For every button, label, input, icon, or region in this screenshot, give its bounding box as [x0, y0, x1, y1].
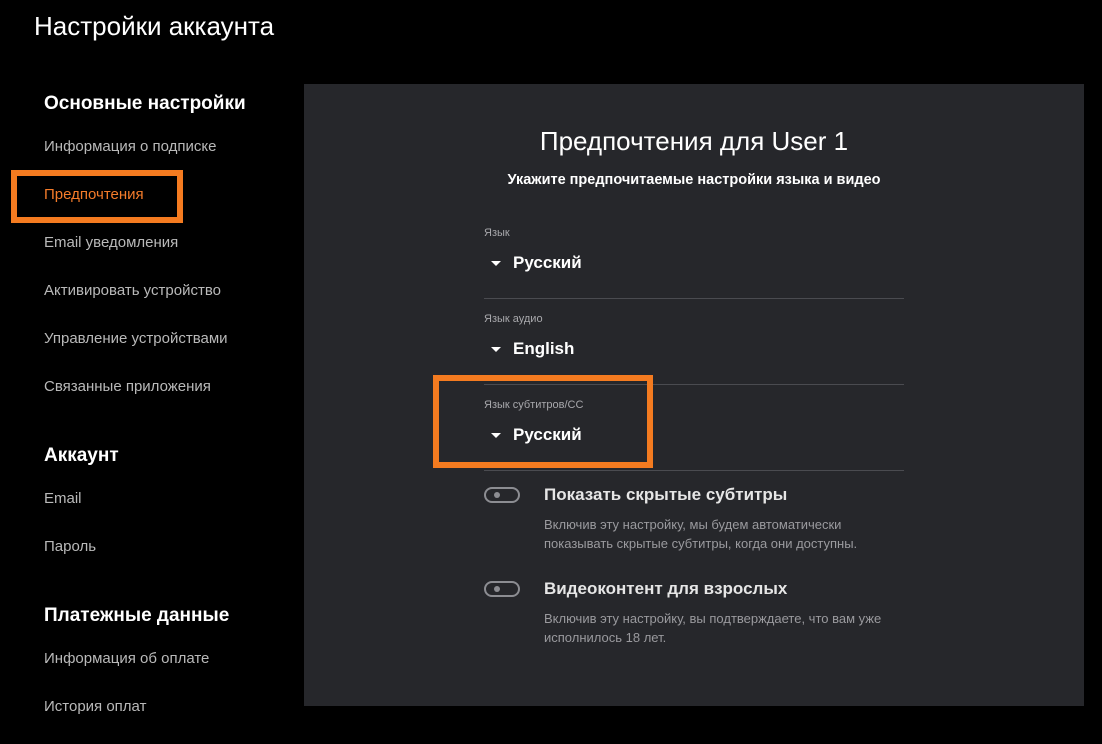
subtitle-language-value: Русский	[513, 425, 582, 444]
sidebar-item-subscription-info[interactable]: Информация о подписке	[44, 137, 216, 157]
caret-down-icon	[491, 432, 501, 438]
sidebar-item-payment-history[interactable]: История оплат	[44, 697, 146, 717]
adult-content-title: Видеоконтент для взрослых	[544, 579, 788, 598]
subtitle-language-label: Язык субтитров/CC	[484, 399, 584, 411]
sidebar-item-preferences[interactable]: Предпочтения	[44, 185, 144, 205]
closed-captions-description: Включив эту настройку, мы будем автомати…	[544, 517, 858, 551]
closed-captions-title: Показать скрытые субтитры	[544, 485, 788, 504]
audio-language-value: English	[513, 339, 575, 358]
sidebar-heading-billing: Платежные данные	[44, 605, 230, 626]
sidebar-item-email-notifications[interactable]: Email уведомления	[44, 233, 178, 253]
toggle-knob	[494, 492, 500, 498]
audio-language-label: Язык аудио	[484, 313, 543, 325]
caret-down-icon	[491, 260, 501, 266]
panel-title: Предпочтения для User 1	[539, 126, 849, 156]
page-title: Настройки аккаунта	[34, 11, 275, 41]
sidebar-item-payment-info[interactable]: Информация об оплате	[44, 649, 209, 669]
closed-captions-toggle[interactable]	[484, 487, 520, 503]
language-value: Русский	[513, 253, 582, 272]
toggle-knob	[494, 586, 500, 592]
sidebar-item-manage-devices[interactable]: Управление устройствами	[44, 329, 228, 349]
language-label: Язык	[484, 227, 510, 239]
audio-language-select[interactable]: Язык аудио English	[484, 312, 904, 385]
language-select[interactable]: Язык Русский	[484, 226, 904, 299]
preferences-panel: Предпочтения для User 1 Укажите предпочи…	[304, 84, 1084, 706]
sidebar-heading-main-settings: Основные настройки	[44, 93, 246, 114]
adult-content-toggle[interactable]	[484, 581, 520, 597]
adult-content-description: Включив эту настройку, вы подтверждаете,…	[544, 611, 882, 645]
sidebar-heading-account: Аккаунт	[44, 445, 119, 466]
sidebar-item-linked-apps[interactable]: Связанные приложения	[44, 377, 211, 397]
sidebar-item-email[interactable]: Email	[44, 489, 82, 509]
sidebar-item-password[interactable]: Пароль	[44, 537, 96, 557]
subtitle-language-select[interactable]: Язык субтитров/CC Русский	[484, 398, 904, 471]
panel-subtitle: Укажите предпочитаемые настройки языка и…	[507, 172, 881, 188]
caret-down-icon	[491, 346, 501, 352]
sidebar-item-activate-device[interactable]: Активировать устройство	[44, 281, 221, 301]
